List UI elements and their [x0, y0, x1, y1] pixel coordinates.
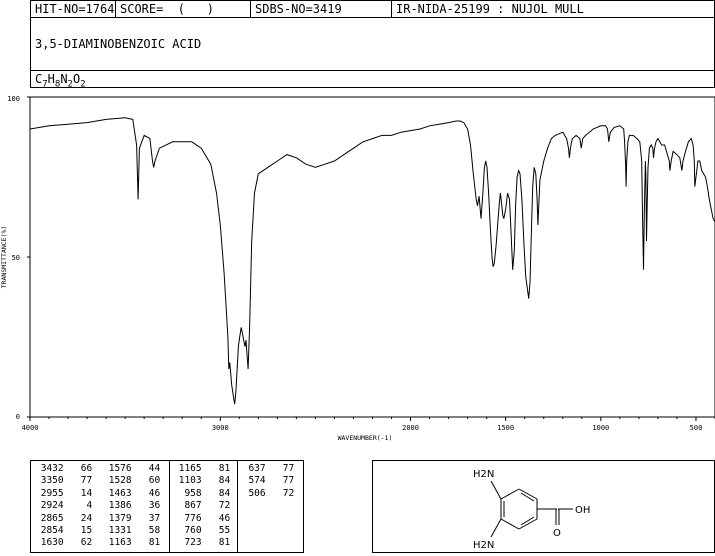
x-axis-title: WAVENUMBER(-1) [338, 434, 393, 442]
plot-frame [29, 96, 715, 418]
y-tick-label: 0 [16, 413, 20, 421]
x-tick-label: 500 [690, 424, 703, 432]
peak-row: 1165 81 [173, 463, 231, 474]
y-axis-title: TRANSMITTANCE(%) [0, 226, 8, 289]
header-bar: HIT-NO=1764 SCORE= ( ) SDBS-NO=3419 IR-N… [30, 0, 715, 18]
structure-panel: H2N H2N OH O [372, 460, 715, 553]
peak-row: 1576 44 [103, 463, 161, 474]
peak-row: 1103 84 [173, 475, 231, 487]
ir-nida-id: IR-NIDA-25199 : NUJOL MULL [396, 2, 584, 16]
peak-row: 867 72 [173, 500, 231, 512]
hit-number: HIT-NO=1764 [35, 2, 115, 16]
sdbs-number: SDBS-NO=3419 [255, 2, 342, 16]
peak-row: 1379 37 [103, 512, 161, 524]
amine-bond-top [490, 480, 502, 500]
spectrum-line [29, 117, 715, 405]
peak-row: 2854 15 [35, 524, 93, 536]
peak-row: 776 46 [173, 512, 231, 524]
molecule-structure: H2N H2N OH O [473, 469, 590, 551]
peak-row: 1528 60 [103, 475, 161, 487]
x-tick-label: 1000 [592, 424, 609, 432]
peak-row: 2955 14 [35, 487, 93, 499]
hydroxyl-label: OH [575, 505, 590, 516]
peak-row: 1386 36 [103, 500, 161, 512]
y-tick-label: 50 [12, 254, 20, 262]
peak-column: 3432 66 3350 77 2955 14 2924 4 2865 24 2… [35, 463, 92, 550]
peak-row: 1163 81 [103, 537, 161, 549]
carbonyl-oxygen-label: O [553, 528, 561, 539]
compound-info-panel: 3,5-DIAMINOBENZOIC ACID C7H8N2O2 [30, 17, 715, 89]
peak-row: 2865 24 [35, 512, 93, 524]
peak-row: 574 77 [237, 475, 295, 487]
peak-column: 637 77 574 77 506 72 [237, 463, 294, 500]
ring-bond [500, 518, 520, 530]
peak-row: 1331 58 [103, 524, 161, 536]
compound-name: 3,5-DIAMINOBENZOIC ACID [35, 37, 202, 51]
amine-label-bottom: H2N [473, 540, 494, 551]
x-tick-label: 3000 [212, 424, 229, 432]
formula-n: N [60, 72, 68, 86]
peak-row: 723 81 [173, 537, 231, 549]
peak-row: 637 77 [237, 463, 295, 474]
formula-h: H [47, 72, 55, 86]
peak-row: 1463 46 [103, 487, 161, 499]
peak-column: 1165 81 1103 84 958 84 867 72 776 46 760… [173, 463, 230, 550]
x-tick-label: 2000 [402, 424, 419, 432]
ring-bond [500, 488, 520, 500]
peak-column: 1576 44 1528 60 1463 46 1386 36 1379 37 … [103, 463, 160, 550]
ir-spectrum-chart: 0 50 100 4000 3000 2000 1500 1000 500 WAVENUMBE… [0, 95, 715, 442]
peak-row: 958 84 [173, 487, 231, 499]
amine-label-top: H2N [473, 469, 494, 480]
peak-row: 2924 4 [35, 500, 93, 512]
peak-table: 3432 66 3350 77 2955 14 2924 4 2865 24 2… [30, 460, 304, 553]
y-axis: 0 50 100 [7, 95, 30, 421]
peak-col-divider [169, 461, 170, 552]
peak-row: 760 55 [173, 524, 231, 536]
x-tick-label: 4000 [22, 424, 39, 432]
amine-bond-bottom [490, 518, 502, 538]
x-axis: 4000 3000 2000 1500 1000 500 [22, 417, 715, 432]
peak-row: 506 72 [237, 487, 295, 499]
peak-row: 3432 66 [35, 463, 93, 474]
score-field: SCORE= ( ) [120, 2, 214, 16]
peak-row: 3350 77 [35, 475, 93, 487]
formula-divider [31, 70, 714, 71]
x-tick-label: 1500 [497, 424, 514, 432]
peak-row: 1630 62 [35, 537, 93, 549]
y-tick-label: 100 [7, 95, 20, 103]
